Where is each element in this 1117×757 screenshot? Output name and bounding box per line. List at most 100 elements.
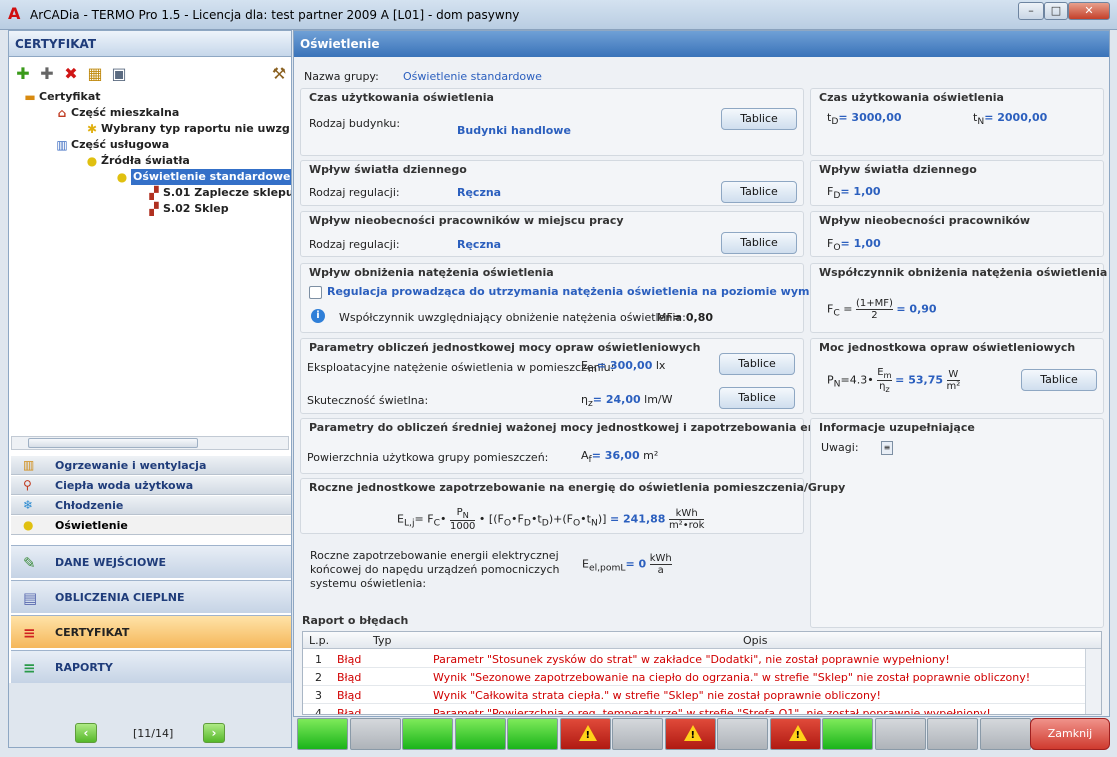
info-icon: i xyxy=(311,309,325,323)
fc-formula: FC = (1+MF) 2 = 0,90 xyxy=(827,298,937,321)
nav-certyfikat[interactable]: ≡ CERTYFIKAT xyxy=(11,615,291,648)
status-segment-gray[interactable] xyxy=(979,718,1031,750)
em-formula: Em= 300,00 lx xyxy=(581,359,666,376)
group-srednia: Parametry do obliczeń średniej ważonej m… xyxy=(300,418,844,474)
eta-tablice-button[interactable]: Tablice xyxy=(719,387,795,409)
nav-obliczenia-cieplne[interactable]: ▤ OBLICZENIA CIEPLNE xyxy=(11,580,291,613)
close-window-icon[interactable]: ✕ xyxy=(1068,2,1110,20)
tree-node-s01[interactable]: ▞ S.01 Zaplecze sklepu xyxy=(145,185,291,201)
group-parametry: Parametry obliczeń jednostkowej mocy opr… xyxy=(300,338,804,414)
pn-formula: PN=4.3• Em ηz = 53,75 Wm² xyxy=(827,367,961,394)
status-segment-gray[interactable] xyxy=(717,718,768,750)
mf-formula: MF= 0,80 xyxy=(657,311,714,324)
tree-horizontal-scrollbar[interactable] xyxy=(11,436,289,450)
notes-icon[interactable]: ≡ xyxy=(881,441,893,455)
sub-item-ciepla-woda[interactable]: ⚲ Ciepła woda użytkowa xyxy=(11,476,291,495)
add-gray-icon[interactable]: ✚ xyxy=(37,64,57,84)
status-segment-green[interactable] xyxy=(402,718,453,750)
status-segment-gray[interactable] xyxy=(874,718,926,750)
moc-tablice-button[interactable]: Tablice xyxy=(1021,369,1097,391)
group-dzienne: Wpływ światła dziennego Rodzaj regulacji… xyxy=(300,160,804,206)
table-row[interactable]: 1 Błąd Parametr "Stosunek zysków do strat"… xyxy=(303,650,1087,668)
header-typ[interactable]: Typ xyxy=(373,634,392,647)
nav-raporty[interactable]: ≡ RAPORTY xyxy=(11,650,291,683)
sub-item-chlodzenie[interactable]: ❄ Chłodzenie xyxy=(11,496,291,515)
tn-formula: tN= 2000,00 xyxy=(973,111,1048,128)
bulb-icon: ● xyxy=(116,170,128,184)
tools-icon[interactable]: ⚒ xyxy=(269,64,289,84)
tree-node-oswietlenie-standardowe[interactable]: ● Oświetlenie standardowe xyxy=(113,169,291,185)
error-table-scrollbar[interactable] xyxy=(1085,649,1101,714)
scrollbar-thumb[interactable] xyxy=(28,438,198,448)
table-row[interactable]: 2 Błąd Wynik "Sezonowe zapotrzebowanie na … xyxy=(303,668,1087,686)
building-type-value[interactable]: Budynki handlowe xyxy=(457,124,571,137)
czas-tablice-button[interactable]: Tablice xyxy=(721,108,797,130)
copy-icon[interactable]: ▦ xyxy=(85,64,105,84)
status-segment-green[interactable] xyxy=(507,718,558,750)
warning-mark: ! xyxy=(585,730,591,741)
sub-item-oswietlenie[interactable]: ● Oświetlenie xyxy=(11,516,291,535)
maximize-icon[interactable]: □ xyxy=(1044,2,1068,20)
group-roczne: Roczne jednostkowe zapotrzebowanie na en… xyxy=(300,478,845,534)
add-green-icon[interactable]: ✚ xyxy=(13,64,33,84)
status-segment-gray[interactable] xyxy=(349,718,401,750)
minimize-icon[interactable]: – xyxy=(1018,2,1044,20)
status-segment-red[interactable]: ! xyxy=(664,718,716,750)
snowflake-icon: ❄ xyxy=(23,498,34,512)
nav-dane-wejsciowe[interactable]: ✎ DANE WEJŚCIOWE xyxy=(11,545,291,578)
group-nieobecnosc-result: Wpływ nieobecności pracowników FO= 1,00 xyxy=(810,211,1104,257)
tree-node-s02[interactable]: ▞ S.02 Sklep xyxy=(145,201,228,217)
epom-formula: Eel,pomL= 0 kWh a xyxy=(582,553,672,576)
regulation-type-value[interactable]: Ręczna xyxy=(457,186,501,199)
sub-item-ogrzewanie[interactable]: ▥ Ogrzewanie i wentylacja xyxy=(11,456,291,475)
energy-class-icon: ≡ xyxy=(23,624,36,642)
skutecznosc-label: Skuteczność świetlna: xyxy=(307,394,429,407)
error-report-table: L.p. Typ Opis 1 Błąd Parametr "Stosunek zy… xyxy=(302,631,1102,715)
dzienne-tablice-button[interactable]: Tablice xyxy=(721,181,797,203)
tree-node-czesc-mieszkalna[interactable]: ⌂ Część mieszkalna xyxy=(53,105,180,121)
td-formula: tD= 3000,00 xyxy=(827,111,902,128)
status-segment-gray[interactable] xyxy=(927,718,978,750)
regulacja-checkbox-label[interactable]: Regulacja prowadząca do utrzymania natęż… xyxy=(327,285,859,298)
group-nieobecnosc-title: Wpływ nieobecności pracowników w miejscu… xyxy=(309,214,624,227)
delete-icon[interactable]: ✖ xyxy=(61,64,81,84)
em-tablice-button[interactable]: Tablice xyxy=(719,353,795,375)
tree-node-certyfikat[interactable]: ▬ Certyfikat xyxy=(21,89,100,105)
group-dzienne-title: Wpływ światła dziennego xyxy=(309,163,467,176)
arcadia-logo-icon: A xyxy=(8,4,21,23)
status-segment-green[interactable] xyxy=(454,718,506,750)
regulation-type-label: Rodzaj regulacji: xyxy=(309,186,400,199)
nieobecnosc-tablice-button[interactable]: Tablice xyxy=(721,232,797,254)
group-moc-jednostkowa: Moc jednostkowa opraw oświetleniowych PN… xyxy=(810,338,1104,414)
status-segment-gray[interactable] xyxy=(612,718,663,750)
next-page-button[interactable]: › xyxy=(203,723,225,743)
page-indicator: [11/14] xyxy=(133,727,174,740)
regulation-type-label: Rodzaj regulacji: xyxy=(309,238,400,251)
status-segment-green[interactable] xyxy=(297,718,348,750)
raport-title: Raport o błędach xyxy=(302,614,409,627)
status-segment-green[interactable] xyxy=(822,718,873,750)
tap-icon: ⚲ xyxy=(23,478,32,492)
group-moc-title: Moc jednostkowa opraw oświetleniowych xyxy=(819,341,1076,354)
header-opis[interactable]: Opis xyxy=(743,634,767,647)
building-type-label: Rodzaj budynku: xyxy=(309,117,401,130)
status-segment-red[interactable]: ! xyxy=(769,718,821,750)
error-table-header: L.p. Typ Opis xyxy=(303,632,1101,649)
tree-node-raport-warning[interactable]: ✱ Wybrany typ raportu nie uwzg xyxy=(83,121,290,137)
status-segment-red[interactable]: ! xyxy=(559,718,611,750)
table-row[interactable]: 4 Błąd Parametr "Powierzchnia o reg. tempe… xyxy=(303,704,1087,714)
save-icon[interactable]: ▣ xyxy=(109,64,129,84)
fd-formula: FD= 1,00 xyxy=(827,185,881,202)
header-lp[interactable]: L.p. xyxy=(309,634,329,647)
tree-node-zrodla-swiatla[interactable]: ● Źródła światła xyxy=(83,153,190,169)
regulation-type-value[interactable]: Ręczna xyxy=(457,238,501,251)
title-bar: A ArCADia - TERMO Pro 1.5 - Licencja dla… xyxy=(0,0,1117,30)
prev-page-button[interactable]: ‹ xyxy=(75,723,97,743)
group-obnizenie: Wpływ obniżenia natężenia oświetlenia Re… xyxy=(300,263,859,333)
zamknij-button[interactable]: Zamknij xyxy=(1030,718,1110,750)
regulacja-checkbox[interactable] xyxy=(309,286,322,299)
table-row[interactable]: 3 Błąd Wynik "Całkowita strata ciepła." w … xyxy=(303,686,1087,704)
elj-formula: EL,j= FC• PN 1000 • [(FO•FD•tD)+(FO•tN)] … xyxy=(397,507,705,532)
project-tree[interactable]: ▬ Certyfikat ⌂ Część mieszkalna ✱ Wybrany t… xyxy=(9,87,291,437)
tree-node-czesc-uslugowa[interactable]: ▥ Część usługowa xyxy=(53,137,169,153)
